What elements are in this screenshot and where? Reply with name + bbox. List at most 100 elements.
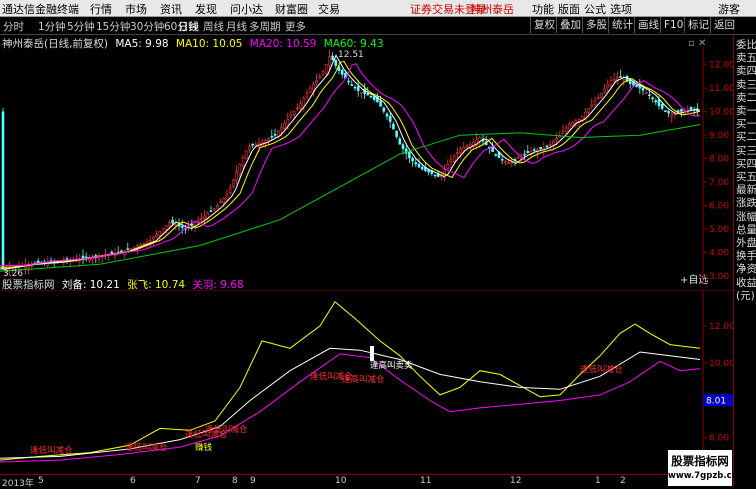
candle-body	[244, 150, 248, 159]
candle-body	[318, 76, 322, 79]
candle-body	[433, 174, 437, 177]
candle-body	[648, 94, 651, 97]
x-label: 7	[195, 476, 201, 486]
y-tick-label: 10.00	[709, 359, 733, 369]
candle-body	[168, 222, 171, 227]
candle-body	[190, 223, 194, 226]
candle-body	[603, 88, 606, 93]
x-label: 5	[38, 476, 44, 486]
tab-30min[interactable]: 30分钟	[130, 19, 164, 34]
tab-weekly[interactable]: 周线	[203, 19, 224, 34]
candle-body	[500, 158, 504, 161]
candles	[1, 49, 699, 275]
menu-item-market2[interactable]: 市场	[125, 1, 147, 17]
back-button[interactable]: 返回	[710, 17, 738, 33]
overlay-button[interactable]: 叠加	[556, 17, 584, 33]
candle-body	[267, 138, 270, 141]
candle-body	[667, 111, 670, 114]
menu-item-wealth[interactable]: 财富圈	[275, 1, 308, 17]
candle-body	[248, 146, 251, 150]
candle-body	[401, 144, 405, 150]
tab-multi-period[interactable]: 多周期	[249, 19, 281, 34]
candle-body	[510, 161, 514, 164]
candle-body	[225, 194, 229, 201]
candle-body	[411, 157, 414, 162]
candle-body	[305, 92, 309, 98]
tab-monthly[interactable]: 月线	[226, 19, 247, 34]
candle-body	[334, 59, 338, 66]
menu-item-discover[interactable]: 发现	[195, 1, 217, 17]
y-tick-label: 6.00	[709, 202, 729, 212]
menu-layout[interactable]: 版面	[558, 1, 580, 17]
menu-item-news[interactable]: 资讯	[160, 1, 182, 17]
candle-body	[235, 171, 238, 181]
candle-body	[654, 100, 658, 103]
candle-body	[609, 80, 613, 86]
signal-bar	[370, 346, 374, 361]
user-label[interactable]: 游客	[718, 1, 740, 17]
y-tick-label: 12.00	[709, 322, 733, 332]
candle-body	[641, 87, 645, 91]
candle-body	[526, 151, 530, 153]
candle-body	[385, 113, 389, 117]
y-tick-label: 5.00	[709, 225, 729, 235]
candle-body	[392, 123, 395, 130]
candle-body	[398, 138, 402, 145]
ma10-line	[0, 60, 701, 268]
candle-body	[369, 95, 373, 98]
signal-annotation: 逢低叫减仓	[205, 424, 248, 435]
mark-button[interactable]: 标记	[684, 17, 712, 33]
menu-item-market[interactable]: 行情	[90, 1, 112, 17]
menu-item-ask[interactable]: 问小达	[230, 1, 263, 17]
candle-body	[270, 136, 274, 138]
y-tick-label: 10.00	[709, 108, 733, 118]
menu-formula[interactable]: 公式	[584, 1, 606, 17]
candle-body	[356, 86, 360, 91]
candle-body	[545, 145, 549, 148]
candle-body	[164, 225, 168, 231]
x-label: 8	[232, 476, 238, 486]
multi-stock-button[interactable]: 多股	[582, 17, 610, 33]
candle-body	[302, 98, 306, 107]
candle-body	[203, 215, 206, 220]
x-label: 12	[510, 476, 522, 486]
candle-body	[660, 103, 664, 109]
restore-rights-button[interactable]: 复权	[530, 17, 558, 33]
candle-body	[232, 179, 235, 187]
menu-item-trade[interactable]: 交易	[318, 1, 340, 17]
candle-body	[539, 146, 542, 150]
candle-body	[644, 92, 648, 94]
candle-body	[292, 111, 296, 116]
candle-body	[222, 198, 226, 203]
candle-body	[555, 138, 558, 141]
stats-button[interactable]: 统计	[608, 17, 636, 33]
tab-15min[interactable]: 15分钟	[96, 19, 130, 34]
tab-timeshare[interactable]: 分时	[3, 19, 24, 34]
candle-body	[657, 99, 661, 107]
candle-body	[408, 151, 411, 159]
tab-5min[interactable]: 5分钟	[67, 19, 95, 34]
tab-1min[interactable]: 1分钟	[38, 19, 66, 34]
candle-body	[670, 113, 674, 117]
candle-body	[251, 143, 254, 146]
y-tick-label: 11.00	[709, 84, 733, 94]
f10-button[interactable]: F10	[660, 17, 686, 33]
signal-annotation: 逢低叫减仓	[580, 364, 623, 375]
menu-function[interactable]: 功能	[532, 1, 554, 17]
candle-body	[238, 163, 242, 175]
quote-field-label: (元)	[736, 289, 755, 302]
signal-annotation: 逢高叫减仓	[342, 374, 385, 385]
candle-body	[331, 55, 334, 61]
draw-line-button[interactable]: 画线	[634, 17, 662, 33]
candle-body	[350, 84, 354, 86]
kline-chart[interactable]: 12.00 11.00 10.00 9.00 8.00 7.00 6.00 5.00 4.00 3…	[0, 46, 733, 284]
candle-body	[395, 130, 398, 137]
tab-daily[interactable]: 日线	[178, 19, 199, 34]
tab-more[interactable]: 更多	[285, 19, 306, 34]
candle-body	[596, 97, 600, 100]
candle-body	[241, 157, 245, 166]
candle-body	[548, 144, 552, 146]
candle-body	[606, 83, 610, 88]
menu-options[interactable]: 选项	[610, 1, 632, 17]
indicator-chart[interactable]: 12.0010.008.006.008.01逢低叫减仓逢低叫减仓逢低叫减仓逢低叫…	[0, 290, 733, 475]
